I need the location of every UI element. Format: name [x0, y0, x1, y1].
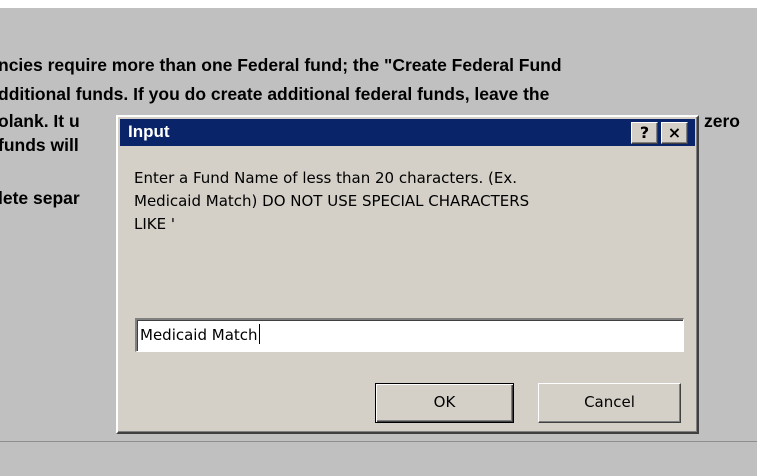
background-text-line-1: ncies require more than one Federal fund… — [0, 55, 562, 75]
background-text-line-4: funds will — [0, 135, 79, 155]
background-text-line-5: lete separ — [0, 188, 80, 208]
close-icon: × — [667, 123, 682, 142]
dialog-titlebar[interactable]: Input ? × — [120, 119, 695, 146]
dialog-prompt: Enter a Fund Name of less than 20 charac… — [134, 169, 530, 233]
help-button[interactable]: ? — [631, 122, 658, 144]
fund-name-input-value: Medicaid Match — [140, 326, 258, 344]
background-text-line-3: olank. It u — [0, 111, 80, 131]
cancel-button[interactable]: Cancel — [538, 383, 681, 423]
background-text-line-3-right: zero — [704, 111, 740, 131]
close-button[interactable]: × — [661, 122, 688, 144]
background-text-line-2: dditional funds. If you do create additi… — [0, 84, 550, 104]
text-caret — [258, 324, 260, 344]
ok-button[interactable]: OK — [375, 383, 514, 423]
fund-name-input[interactable]: Medicaid Match — [135, 318, 684, 352]
question-mark-icon: ? — [639, 123, 650, 142]
input-dialog: Input ? × Enter a Fund Name of less than… — [116, 115, 699, 434]
sheet-gridline — [0, 441, 757, 442]
dialog-title: Input — [128, 122, 170, 141]
